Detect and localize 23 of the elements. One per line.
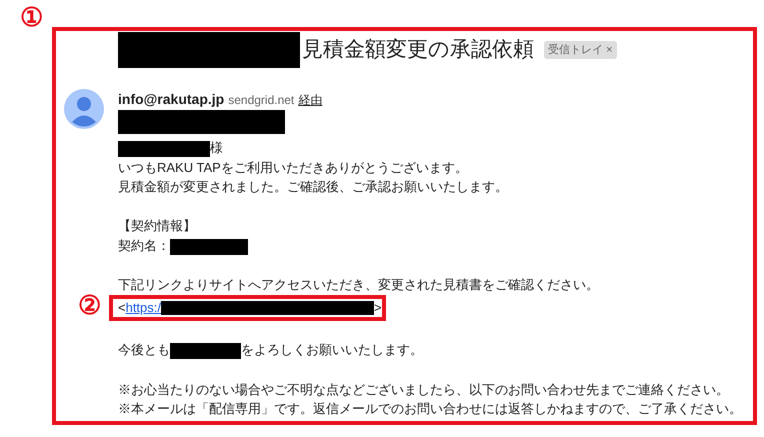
- body-text: 【契約情報】: [118, 218, 196, 234]
- email-subject: 見積金額変更の承認依頼: [302, 37, 534, 64]
- body-text: をよろしくお願いいたします。: [241, 342, 423, 358]
- bracket: >: [374, 300, 382, 315]
- body-text: 契約名：: [118, 238, 170, 253]
- body-text: 今後とも: [118, 342, 170, 358]
- body-text: ※お心当たりのない場合やご不明な点などございましたら、以下のお問い合わせ先までご連絡ください。: [118, 382, 729, 397]
- body-text: 見積金額が変更されました。ご確認後、ご承認お願いいたします。: [118, 179, 508, 194]
- redaction-bar: [170, 342, 241, 359]
- via-link[interactable]: 経由: [298, 91, 322, 109]
- body-text: いつもRAKU TAPをご利用いただきありがとうございます。: [118, 160, 468, 175]
- body-text: 下記リンクよりサイトへアクセスいただき、変更された見積書をご確認ください。: [118, 277, 599, 292]
- sender-email: info@rakutap.jp: [118, 90, 224, 109]
- url-link[interactable]: https:/: [126, 300, 162, 315]
- avatar-icon: [64, 89, 104, 129]
- body-text: ※本メールは「配信専用」です。返信メールでのお問い合わせには返答しかねますので、ご了承ください。: [118, 401, 742, 416]
- remove-label-button[interactable]: ×: [606, 44, 612, 56]
- bracket: <: [118, 300, 126, 315]
- sender-domain: sendgrid.net: [228, 92, 294, 109]
- annotation-number: ①: [20, 4, 43, 30]
- body-text: 様: [210, 140, 223, 155]
- inbox-label: 受信トレイ ×: [544, 40, 616, 60]
- annotation-number: ②: [78, 292, 101, 318]
